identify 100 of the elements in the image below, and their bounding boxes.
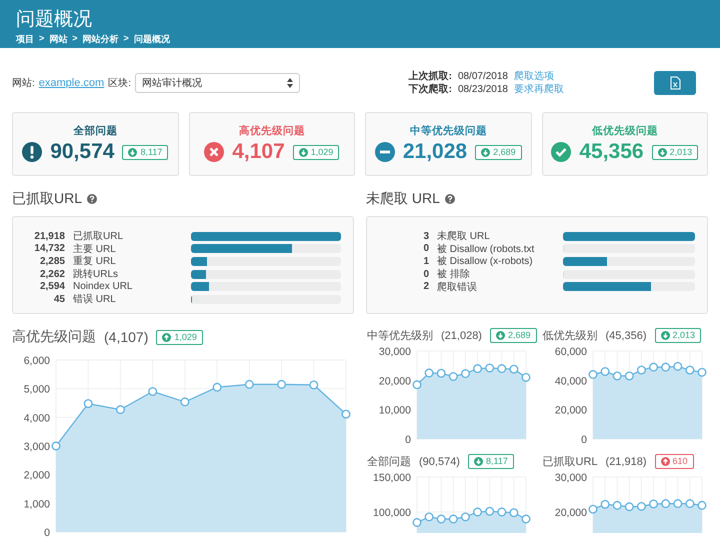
- axis-tick-label: 20,000: [554, 507, 587, 519]
- axis-tick-label: 40,000: [554, 375, 587, 388]
- arrow-circle-icon: [128, 148, 138, 156]
- breadcrumb-link[interactable]: 项目: [16, 33, 34, 46]
- chart-title: 低优先级别: [542, 329, 598, 343]
- axis-tick-label: 60,000: [554, 346, 587, 358]
- card-value: 45,356: [579, 140, 644, 164]
- minus-circle-icon: [374, 142, 395, 162]
- chart-title: 全部问题: [367, 454, 411, 469]
- axis-tick-label: 20,000: [378, 375, 411, 388]
- card-value: 21,028: [402, 140, 468, 164]
- breadcrumb-link[interactable]: 网站: [49, 33, 68, 46]
- card-value: 4,107: [232, 140, 285, 164]
- site-label: 网站:: [12, 76, 35, 90]
- url-count: 45: [52, 294, 65, 305]
- url-count: 0: [422, 268, 429, 280]
- site-link[interactable]: example.com: [38, 77, 104, 89]
- help-icon[interactable]: [87, 194, 98, 204]
- arrow-circle-icon: [660, 457, 670, 466]
- change-badge: 1,029: [292, 144, 340, 160]
- export-button[interactable]: [654, 71, 696, 95]
- card-title: 低优先级问题: [592, 124, 658, 138]
- last-crawl-date: 08/07/2018: [458, 70, 508, 83]
- breadcrumb-separator: >: [124, 33, 129, 45]
- arrow-circle-icon: [474, 457, 483, 466]
- updown-caret-icon: [286, 78, 293, 88]
- axis-tick-label: 1,000: [24, 498, 50, 510]
- url-category: 被 Disallow (robots.txt: [437, 242, 536, 256]
- axis-tick-label: 100,000: [373, 507, 411, 519]
- page-title: 问题概况: [16, 9, 92, 31]
- url-category: 未爬取 URL: [437, 230, 491, 243]
- crawl-options-link[interactable]: 爬取选项: [514, 70, 564, 83]
- axis-tick-label: 5,000: [24, 384, 50, 396]
- url-category: 重复 URL: [73, 254, 117, 268]
- url-category: 已抓取URL: [73, 230, 124, 243]
- close-circle-icon: [204, 142, 224, 162]
- change-badge: 2,013: [652, 144, 698, 160]
- section-label: 区块:: [108, 76, 131, 90]
- url-count: 2,262: [38, 268, 65, 280]
- arrow-circle-icon: [660, 331, 670, 340]
- arrow-circle-icon: [481, 148, 490, 156]
- url-category: 被 Disallow (x-robots): [437, 254, 534, 268]
- exclamation-icon: [22, 142, 42, 162]
- axis-tick-label: 0: [580, 434, 587, 443]
- axis-tick-label: 20,000: [554, 404, 587, 417]
- url-count: 2,594: [38, 280, 65, 292]
- help-icon[interactable]: [444, 194, 455, 204]
- axis-tick-label: 150,000: [373, 472, 411, 484]
- breadcrumb-link[interactable]: 问题概况: [134, 33, 170, 46]
- axis-tick-label: 4,000: [24, 412, 50, 424]
- url-category: 跳转URLs: [73, 268, 120, 282]
- change-badge: 2,689: [490, 328, 537, 343]
- url-category: 爬取错误: [437, 280, 478, 294]
- change-badge: 8,117: [122, 144, 168, 160]
- arrow-circle-icon: [496, 331, 505, 340]
- change-badge: 2,013: [654, 328, 702, 343]
- arrow-circle-icon: [162, 332, 172, 342]
- chart-count: (4,107): [104, 329, 148, 345]
- section-dropdown[interactable]: 网站审计概况: [134, 73, 300, 93]
- change-badge: 1,029: [156, 330, 203, 344]
- next-crawl-date: 08/23/2018: [458, 83, 508, 96]
- check-circle-icon: [551, 142, 572, 162]
- breadcrumb-link[interactable]: 网站分析: [82, 33, 119, 46]
- url-count: 0: [422, 243, 429, 254]
- chart-count: (21,918): [606, 456, 647, 468]
- url-count: 14,732: [33, 243, 65, 254]
- recrawl-link[interactable]: 要求再爬取: [514, 83, 564, 96]
- next-crawl-label: 下次爬取:: [408, 83, 452, 96]
- change-badge: 8,117: [468, 454, 514, 469]
- axis-tick-label: 30,000: [554, 472, 587, 484]
- axis-tick-label: 0: [405, 434, 411, 443]
- last-crawl-label: 上次抓取:: [408, 70, 452, 83]
- axis-tick-label: 6,000: [24, 355, 50, 367]
- axis-tick-label: 0: [44, 527, 50, 536]
- axis-tick-label: 2,000: [24, 470, 50, 482]
- url-count: 1: [422, 256, 429, 267]
- chart-count: (45,356): [606, 330, 646, 342]
- arrow-circle-icon: [298, 148, 308, 156]
- change-badge: 610: [654, 454, 694, 469]
- chart-title: 已抓取URL: [542, 455, 598, 469]
- card-title: 中等优先级问题: [410, 124, 487, 138]
- url-category: 被 排除: [437, 268, 471, 282]
- url-count: 21,918: [33, 230, 65, 242]
- chart-title: 中等优先级别: [367, 329, 433, 343]
- url-category: Noindex URL: [73, 280, 134, 292]
- arrow-circle-icon: [658, 148, 667, 156]
- card-title: 高优先级问题: [238, 124, 305, 138]
- card-title: 全部问题: [73, 124, 118, 138]
- spreadsheet-file-icon: [670, 76, 680, 90]
- card-value: 90,574: [50, 140, 114, 164]
- breadcrumb-separator: >: [72, 33, 78, 45]
- url-count: 2,285: [38, 256, 65, 267]
- url-category: 主要 URL: [73, 242, 117, 256]
- section-title: 未爬取 URL: [366, 190, 440, 208]
- axis-tick-label: 30,000: [378, 346, 411, 358]
- chart-title: 高优先级问题: [12, 328, 96, 346]
- chart-count: (21,028): [441, 330, 482, 342]
- section-title: 已抓取URL: [12, 190, 82, 208]
- url-category: 错误 URL: [73, 293, 117, 306]
- change-badge: 2,689: [475, 144, 522, 160]
